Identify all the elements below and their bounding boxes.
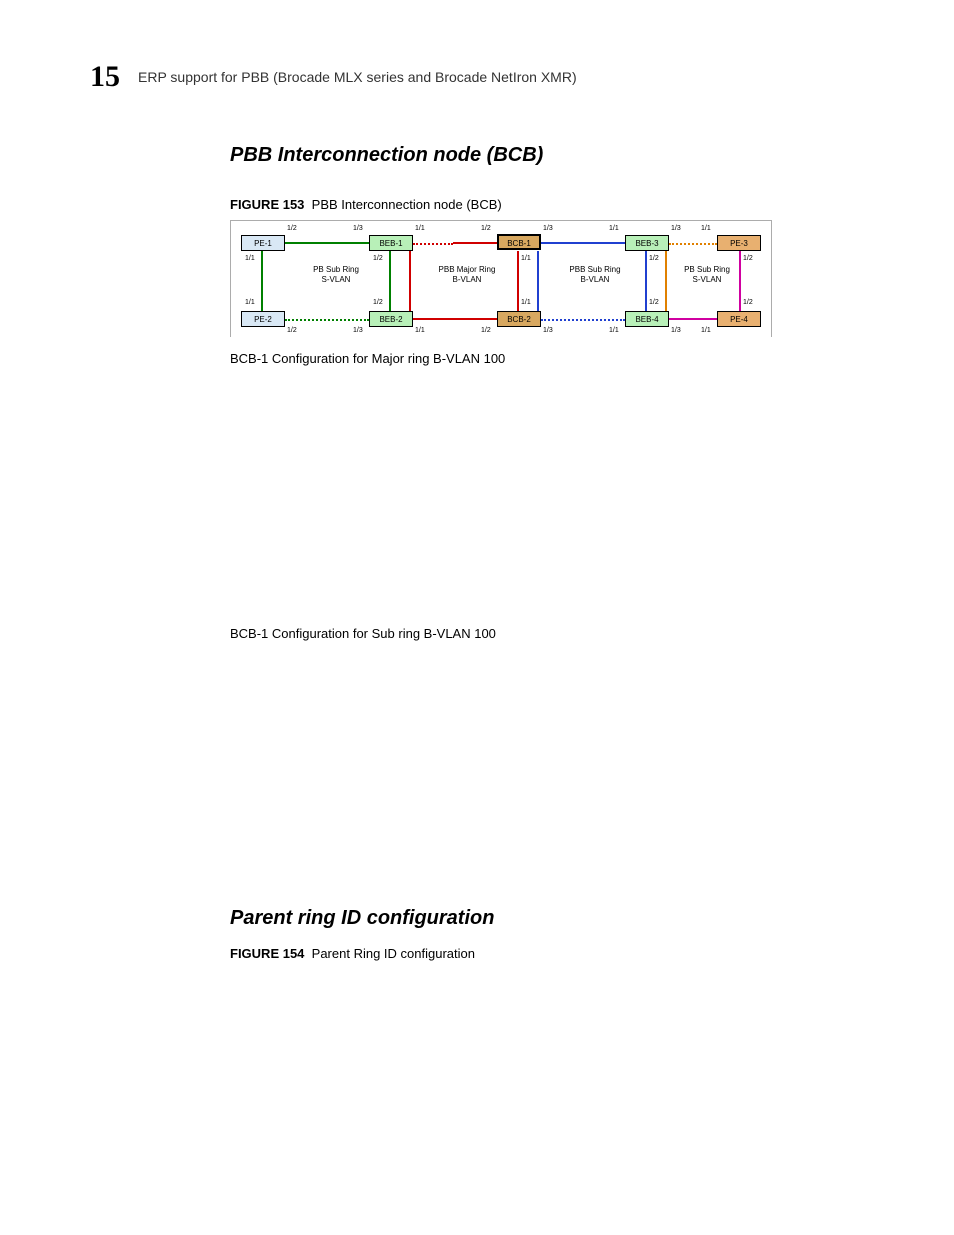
label-right-sub-ring: PB Sub RingS-VLAN [677, 265, 737, 285]
page-header: 15 ERP support for PBB (Brocade MLX seri… [90, 60, 864, 94]
label-left-sub-ring: PB Sub RingS-VLAN [301, 265, 371, 285]
port-pe4-11: 1/1 [701, 327, 711, 335]
link-bcb1-bcb2-left [517, 251, 519, 311]
link-bcb1-bcb2-right [537, 251, 539, 311]
port-pe3-11: 1/1 [701, 225, 711, 233]
section-heading-parent-ring: Parent ring ID configuration [230, 907, 870, 930]
node-pe-2: PE-2 [241, 311, 285, 327]
node-beb-1: BEB-1 [369, 235, 413, 251]
port-beb2-11: 1/1 [415, 327, 425, 335]
link-pe1-pe2 [261, 251, 263, 311]
node-bcb-2: BCB-2 [497, 311, 541, 327]
port-bcb2-11a: 1/1 [521, 299, 531, 307]
node-beb-2: BEB-2 [369, 311, 413, 327]
port-bcb1-11a: 1/1 [521, 255, 531, 263]
port-pe4-12: 1/2 [743, 299, 753, 307]
running-title: ERP support for PBB (Brocade MLX series … [138, 69, 577, 85]
node-bcb-1: BCB-1 [497, 234, 541, 250]
spacer-2 [230, 647, 870, 887]
link-beb2-bcb2 [413, 318, 497, 320]
figure-154-caption: Parent Ring ID configuration [312, 946, 475, 961]
node-beb-3: BEB-3 [625, 235, 669, 251]
port-bcb2-12: 1/2 [481, 327, 491, 335]
link-beb1-bcb1 [453, 242, 497, 244]
port-beb2-13: 1/3 [353, 327, 363, 335]
figure-154-label: FIGURE 154 Parent Ring ID configuration [230, 946, 870, 961]
link-pe3-pe4 [739, 251, 741, 311]
link-bcb1-beb3 [541, 242, 625, 244]
port-bcb2-13: 1/3 [543, 327, 553, 335]
figure-153-number: FIGURE 153 [230, 197, 304, 212]
caption-major-ring: BCB-1 Configuration for Major ring B-VLA… [230, 351, 870, 366]
link-beb3-beb4-right [665, 251, 667, 311]
port-beb1-11: 1/1 [415, 225, 425, 233]
port-beb4-11: 1/1 [609, 327, 619, 335]
figure-154-number: FIGURE 154 [230, 946, 304, 961]
link-beb4-pe4 [669, 318, 717, 320]
figure-153-diagram: PE-1 BEB-1 BCB-1 BEB-3 PE-3 PE-2 BEB-2 B… [230, 220, 772, 337]
port-beb2-12a: 1/2 [373, 299, 383, 307]
chapter-number: 15 [90, 60, 120, 94]
link-beb3-pe3 [669, 243, 717, 245]
port-beb4-13: 1/3 [671, 327, 681, 335]
link-beb1-bcb1-dotted [413, 243, 453, 245]
page-content: PBB Interconnection node (BCB) FIGURE 15… [230, 144, 870, 961]
port-beb3-11: 1/1 [609, 225, 619, 233]
port-beb1-12a: 1/2 [373, 255, 383, 263]
port-bcb1-13: 1/3 [543, 225, 553, 233]
node-pe-3: PE-3 [717, 235, 761, 251]
spacer-1 [230, 372, 870, 612]
link-pe1-beb1 [285, 242, 369, 244]
port-beb4-12a: 1/2 [649, 299, 659, 307]
link-beb3-beb4-left [645, 251, 647, 311]
node-pe-4: PE-4 [717, 311, 761, 327]
figure-153-caption: PBB Interconnection node (BCB) [312, 197, 502, 212]
port-pe2-12: 1/2 [287, 327, 297, 335]
port-beb1-13: 1/3 [353, 225, 363, 233]
port-bcb1-12: 1/2 [481, 225, 491, 233]
port-pe1-11: 1/1 [245, 255, 255, 263]
port-beb3-12a: 1/2 [649, 255, 659, 263]
node-pe-1: PE-1 [241, 235, 285, 251]
link-beb1-beb2-right [409, 251, 411, 311]
port-pe3-12: 1/2 [743, 255, 753, 263]
caption-sub-ring: BCB-1 Configuration for Sub ring B-VLAN … [230, 626, 870, 641]
port-pe1-12: 1/2 [287, 225, 297, 233]
port-pe2-11: 1/1 [245, 299, 255, 307]
node-beb-4: BEB-4 [625, 311, 669, 327]
figure-153-label: FIGURE 153 PBB Interconnection node (BCB… [230, 197, 870, 212]
label-major-ring: PBB Major RingB-VLAN [427, 265, 507, 285]
port-beb3-13: 1/3 [671, 225, 681, 233]
link-bcb2-beb4 [541, 319, 625, 321]
label-mid-sub-ring: PBB Sub RingB-VLAN [555, 265, 635, 285]
section-heading-bcb: PBB Interconnection node (BCB) [230, 144, 870, 167]
link-beb1-beb2-left [389, 251, 391, 311]
link-pe2-beb2 [285, 319, 369, 321]
